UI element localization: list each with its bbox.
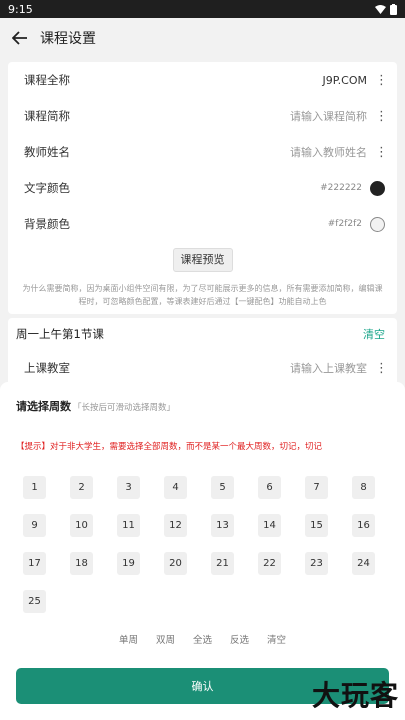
week-action-3[interactable]: 反选: [230, 632, 249, 646]
week-button[interactable]: 6: [258, 476, 281, 499]
week-button[interactable]: 7: [305, 476, 328, 499]
week-button[interactable]: 21: [211, 552, 234, 575]
short-name-hint: 为什么需要简称，因为桌面小组件空间有限，为了尽可能展示更多的信息，所有需要添加简…: [22, 284, 383, 306]
week-button[interactable]: 2: [70, 476, 93, 499]
more-vert-icon[interactable]: ⋮: [375, 361, 388, 376]
week-action-1[interactable]: 双周: [156, 632, 175, 646]
wifi-icon: [375, 4, 386, 14]
back-button[interactable]: [0, 31, 40, 45]
week-button[interactable]: 23: [305, 552, 328, 575]
week-button[interactable]: 18: [70, 552, 93, 575]
bg-color-swatch[interactable]: [370, 216, 385, 232]
full-name-label: 课程全称: [24, 73, 70, 87]
short-name-label: 课程简称: [24, 109, 70, 123]
classroom-label: 上课教室: [24, 361, 70, 375]
week-button[interactable]: 24: [352, 552, 375, 575]
more-vert-icon[interactable]: ⋮: [375, 145, 388, 160]
week-button[interactable]: 3: [117, 476, 140, 499]
teacher-label: 教师姓名: [24, 145, 70, 159]
sheet-subtitle: 「长按后可滑动选择周数」: [73, 403, 176, 413]
lesson-header: 周一上午第1节课 清空: [8, 318, 397, 350]
arrow-back-icon: [12, 31, 27, 45]
sheet-title-text: 请选择周数: [16, 400, 71, 413]
sheet-title: 请选择周数 「长按后可滑动选择周数」: [16, 398, 175, 414]
week-button[interactable]: 1: [23, 476, 46, 499]
week-action-2[interactable]: 全选: [193, 632, 212, 646]
week-picker-sheet: 请选择周数 「长按后可滑动选择周数」 【提示】对于非大学生，需要选择全部周数，而不…: [0, 382, 405, 720]
bg-color-value: #f2f2f2: [327, 219, 362, 229]
week-button[interactable]: 9: [23, 514, 46, 537]
text-color-swatch[interactable]: [370, 180, 385, 196]
week-actions: 单周 双周 全选 反选 清空: [0, 632, 405, 646]
course-preview-button[interactable]: 课程预览: [172, 248, 233, 272]
week-button[interactable]: 19: [117, 552, 140, 575]
week-button[interactable]: 14: [258, 514, 281, 537]
week-button[interactable]: 20: [164, 552, 187, 575]
week-button[interactable]: 17: [23, 552, 46, 575]
bg-color-label: 背景颜色: [24, 217, 70, 231]
short-name-row[interactable]: 课程简称 请输入课程简称 ⋮: [8, 98, 397, 134]
week-action-0[interactable]: 单周: [119, 632, 138, 646]
more-vert-icon[interactable]: ⋮: [375, 109, 388, 124]
status-bar: 9:15: [0, 0, 405, 18]
watermark-logo: 大玩客: [311, 679, 399, 712]
week-button[interactable]: 4: [164, 476, 187, 499]
text-color-value: #222222: [320, 183, 362, 193]
course-info-card: 课程全称 J9P.COM ⋮ 课程简称 请输入课程简称 ⋮ 教师姓名 请输入教师…: [8, 62, 397, 314]
week-button[interactable]: 25: [23, 590, 46, 613]
week-button[interactable]: 8: [352, 476, 375, 499]
week-button[interactable]: 10: [70, 514, 93, 537]
bg-color-row[interactable]: 背景颜色 #f2f2f2: [8, 206, 397, 242]
clear-lesson-button[interactable]: 清空: [363, 326, 385, 342]
lesson-card: 周一上午第1节课 清空 上课教室 请输入上课教室 ⋮: [8, 318, 397, 388]
classroom-input[interactable]: 请输入上课教室: [290, 360, 367, 376]
lesson-title: 周一上午第1节课: [16, 327, 104, 341]
teacher-row[interactable]: 教师姓名 请输入教师姓名 ⋮: [8, 134, 397, 170]
short-name-input[interactable]: 请输入课程简称: [290, 108, 367, 124]
page-title: 课程设置: [40, 31, 96, 47]
week-button[interactable]: 22: [258, 552, 281, 575]
week-button[interactable]: 11: [117, 514, 140, 537]
full-name-value: J9P.COM: [322, 73, 368, 87]
status-time: 9:15: [8, 2, 33, 16]
teacher-input[interactable]: 请输入教师姓名: [290, 144, 367, 160]
week-button[interactable]: 15: [305, 514, 328, 537]
status-icons: [375, 3, 397, 15]
battery-icon: [390, 3, 397, 15]
week-button[interactable]: 12: [164, 514, 187, 537]
week-button[interactable]: 5: [211, 476, 234, 499]
week-action-4[interactable]: 清空: [267, 632, 286, 646]
app-bar: 课程设置: [0, 18, 405, 58]
text-color-label: 文字颜色: [24, 181, 70, 195]
text-color-row[interactable]: 文字颜色 #222222: [8, 170, 397, 206]
sheet-tip: 【提示】对于非大学生，需要选择全部周数，而不是某一个最大周数，切记，切记: [16, 442, 323, 452]
week-button[interactable]: 13: [211, 514, 234, 537]
full-name-row[interactable]: 课程全称 J9P.COM ⋮: [8, 62, 397, 98]
week-button[interactable]: 16: [352, 514, 375, 537]
classroom-row[interactable]: 上课教室 请输入上课教室 ⋮: [8, 350, 397, 386]
more-vert-icon[interactable]: ⋮: [375, 73, 388, 88]
